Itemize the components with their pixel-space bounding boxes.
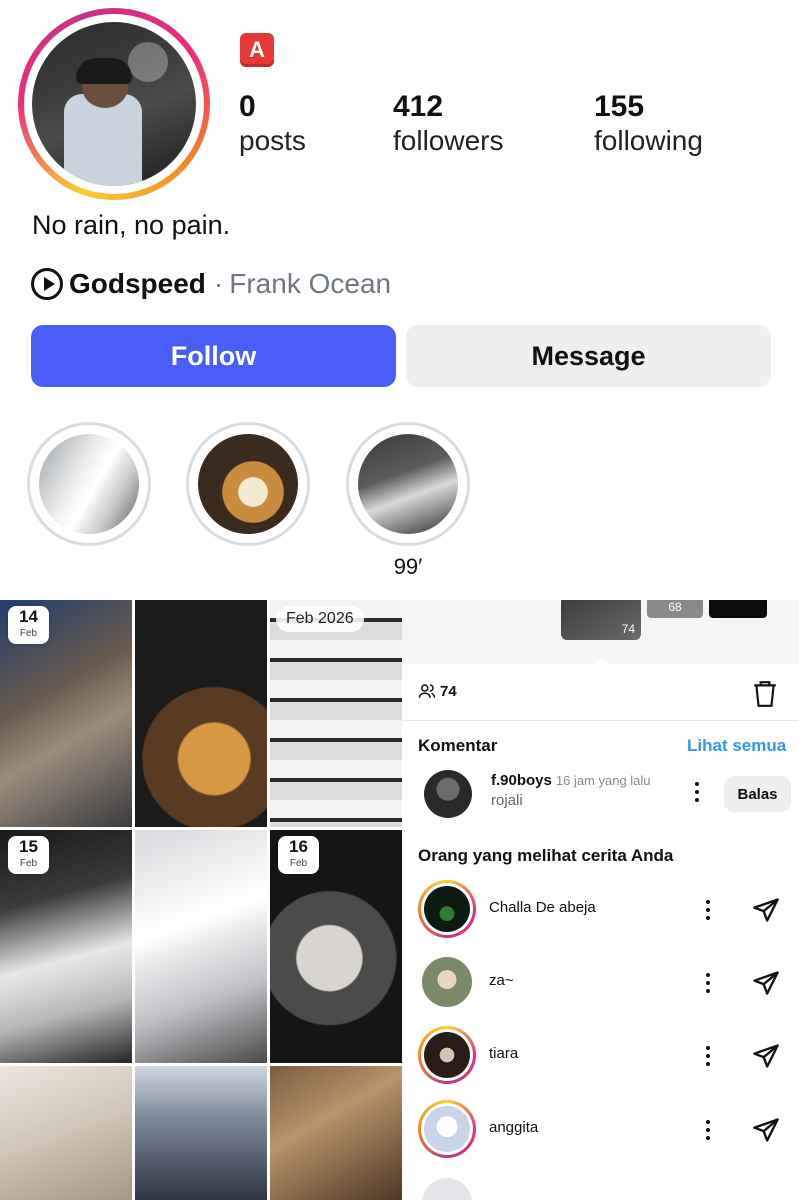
viewer-row[interactable]: [418, 1174, 790, 1200]
date-day: 14: [19, 607, 38, 626]
grid-photo[interactable]: [0, 1066, 132, 1200]
viewer-row[interactable]: anggita: [418, 1100, 790, 1160]
posts-label: posts: [239, 125, 306, 156]
viewer-name: Challa De abeja: [489, 899, 596, 916]
story-highlight-1[interactable]: [27, 422, 151, 546]
story-viewers-panel: 74 68 74 Komentar Lihat semua f.90boys 16…: [402, 600, 799, 1200]
thumb-view-count: 68: [668, 600, 682, 614]
selection-pointer: [591, 658, 611, 666]
comments-title: Komentar: [418, 736, 498, 755]
more-vertical-icon[interactable]: [704, 1044, 712, 1068]
profile-avatar[interactable]: [18, 8, 210, 200]
more-vertical-icon[interactable]: [704, 898, 712, 922]
date-month: Feb: [289, 858, 308, 869]
date-day: 16: [289, 837, 308, 856]
viewer-row[interactable]: tiara: [418, 1026, 790, 1086]
story-thumbnail[interactable]: 68: [647, 600, 703, 618]
trash-icon[interactable]: [752, 680, 778, 708]
music-separator: ·: [213, 268, 224, 299]
a-button-emoji-badge: A: [240, 33, 274, 67]
send-icon[interactable]: [752, 969, 780, 997]
story-highlight-2[interactable]: [186, 422, 310, 546]
highlight-cover: [39, 434, 139, 534]
play-icon: [31, 268, 63, 300]
grid-photo[interactable]: 15 Feb: [0, 830, 132, 1063]
avatar: [418, 1174, 476, 1200]
divider: [402, 720, 799, 721]
grid-photo[interactable]: 16 Feb: [270, 830, 402, 1063]
viewer-name: anggita: [489, 1119, 539, 1136]
viewer-row[interactable]: Challa De abeja: [418, 880, 790, 940]
grid-photo[interactable]: 14 Feb: [0, 600, 132, 827]
people-icon: [418, 684, 436, 698]
avatar: [418, 953, 476, 1011]
date-badge: 14 Feb: [8, 606, 49, 644]
comment-text: rojali: [491, 792, 523, 809]
month-badge: Feb 2026: [276, 606, 364, 632]
send-icon[interactable]: [752, 1116, 780, 1144]
more-vertical-icon[interactable]: [704, 971, 712, 995]
story-highlight-3[interactable]: [346, 422, 470, 546]
viewer-count[interactable]: 74: [418, 682, 457, 700]
thumb-view-count: 74: [621, 622, 635, 636]
comment-time: 16 jam yang lalu: [555, 773, 651, 788]
music-song: Godspeed: [69, 268, 206, 299]
grid-photo[interactable]: [135, 600, 267, 827]
see-all-link[interactable]: Lihat semua: [687, 736, 786, 756]
follow-button[interactable]: Follow: [31, 325, 396, 387]
following-label: following: [594, 125, 703, 156]
grid-photo[interactable]: [135, 830, 267, 1063]
send-icon[interactable]: [752, 896, 780, 924]
viewer-name: tiara: [489, 1045, 519, 1062]
followers-label: followers: [393, 125, 504, 156]
story-thumbnail-strip: 74 68: [402, 600, 799, 666]
profile-music[interactable]: Godspeed · Frank Ocean: [31, 268, 391, 300]
stat-following[interactable]: 155 following: [594, 90, 703, 158]
highlight-3-label: 99′: [393, 554, 423, 579]
profile-bio: No rain, no pain.: [32, 210, 231, 240]
date-badge: 15 Feb: [8, 836, 49, 874]
grid-photo[interactable]: [270, 1066, 402, 1200]
avatar-photo: [32, 22, 196, 186]
viewers-title: Orang yang melihat cerita Anda: [418, 846, 674, 865]
date-month: Feb: [19, 858, 38, 869]
message-button[interactable]: Message: [406, 325, 771, 387]
story-thumbnail[interactable]: [709, 600, 767, 618]
stat-posts[interactable]: 0 posts: [239, 90, 306, 158]
viewer-row[interactable]: za~: [418, 953, 790, 1013]
date-month: Feb: [19, 628, 38, 639]
more-vertical-icon[interactable]: [693, 780, 701, 804]
avatar[interactable]: [424, 770, 472, 818]
viewer-count-number: 74: [440, 682, 457, 700]
profile-header: A 0 posts 412 followers 155 following No…: [0, 0, 799, 600]
music-artist: Frank Ocean: [229, 268, 392, 299]
highlight-cover: [358, 434, 458, 534]
comment-user-wrap[interactable]: f.90boys 16 jam yang lalu: [491, 772, 651, 789]
more-vertical-icon[interactable]: [704, 1118, 712, 1142]
followers-count: 412: [393, 90, 444, 123]
avatar: [418, 1100, 476, 1158]
send-icon[interactable]: [752, 1042, 780, 1070]
posts-count: 0: [239, 90, 256, 123]
avatar: [418, 1026, 476, 1084]
grid-photo[interactable]: Feb 2026: [270, 600, 402, 827]
archive-grid: 14 Feb Feb 2026 15 Feb 16 Feb: [0, 600, 402, 1200]
highlight-cover: [198, 434, 298, 534]
stat-followers[interactable]: 412 followers: [393, 90, 503, 158]
following-count: 155: [594, 90, 645, 123]
avatar: [418, 880, 476, 938]
comment-username: f.90boys: [491, 772, 552, 789]
date-badge: 16 Feb: [278, 836, 319, 874]
viewer-name: za~: [489, 972, 514, 989]
story-thumbnail-selected[interactable]: 74: [561, 600, 641, 640]
date-day: 15: [19, 837, 38, 856]
reply-button[interactable]: Balas: [724, 776, 791, 812]
grid-photo[interactable]: [135, 1066, 267, 1200]
